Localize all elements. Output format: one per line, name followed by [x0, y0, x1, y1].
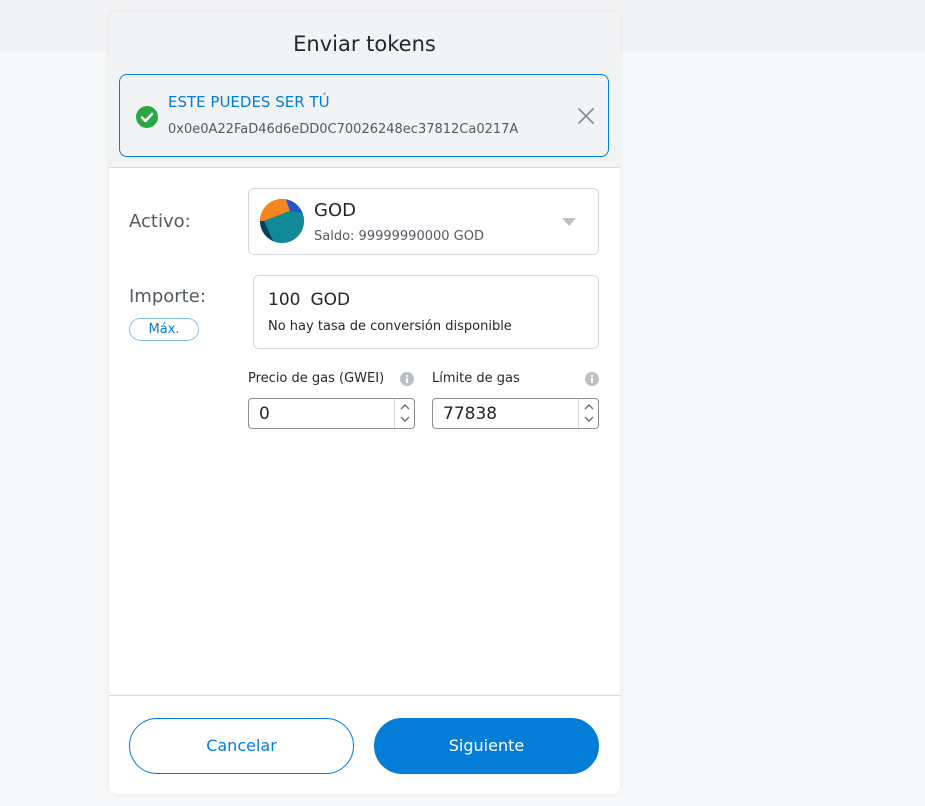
gas-limit-info-icon[interactable]	[585, 372, 599, 386]
close-icon[interactable]	[576, 106, 596, 126]
conversion-rate-text: No hay tasa de conversión disponible	[268, 319, 512, 334]
gas-limit-input[interactable]	[433, 399, 578, 428]
caret-down-icon	[562, 218, 576, 226]
amount-value-row: 100 GOD	[268, 290, 350, 310]
gas-price-info-icon[interactable]	[400, 372, 414, 386]
check-circle-icon	[136, 106, 158, 128]
recipient-card[interactable]: ESTE PUEDES SER TÚ 0x0e0A22FaD46d6eDD0C7…	[119, 74, 609, 157]
gas-price-field	[248, 398, 415, 429]
recipient-address: 0x0e0A22FaD46d6eDD0C70026248ec37812Ca021…	[168, 122, 519, 137]
send-tokens-modal: Enviar tokens ESTE PUEDES SER TÚ 0x0e0A2…	[109, 12, 620, 794]
modal-header: Enviar tokens ESTE PUEDES SER TÚ 0x0e0A2…	[109, 12, 620, 168]
gas-price-input[interactable]	[249, 399, 394, 428]
asset-selector[interactable]: GOD Saldo: 99999990000 GOD	[248, 188, 599, 255]
gas-limit-spinner[interactable]	[578, 399, 598, 428]
gas-limit-label: Límite de gas	[432, 371, 520, 386]
page-title: Enviar tokens	[293, 32, 436, 56]
cancel-button[interactable]: Cancelar	[129, 718, 354, 774]
gas-limit-field	[432, 398, 599, 429]
recipient-name: ESTE PUEDES SER TÚ	[168, 93, 330, 111]
max-button[interactable]: Máx.	[129, 318, 199, 341]
amount-unit: GOD	[310, 290, 351, 310]
next-button[interactable]: Siguiente	[374, 718, 599, 774]
gas-price-label: Precio de gas (GWEI)	[248, 371, 385, 386]
amount-value: 100	[268, 290, 301, 310]
gas-price-spinner[interactable]	[394, 399, 414, 428]
asset-symbol: GOD	[314, 200, 356, 221]
token-icon	[260, 199, 304, 243]
modal-footer: Cancelar Siguiente	[109, 695, 620, 794]
spin-down-icon[interactable]	[400, 415, 410, 423]
amount-label: Importe:	[129, 286, 206, 307]
amount-field[interactable]: 100 GOD No hay tasa de conversión disponi…	[253, 275, 599, 349]
asset-label: Activo:	[129, 211, 191, 232]
spin-down-icon[interactable]	[584, 415, 594, 423]
asset-balance: Saldo: 99999990000 GOD	[314, 229, 484, 244]
spin-up-icon[interactable]	[584, 403, 594, 411]
spin-up-icon[interactable]	[400, 403, 410, 411]
